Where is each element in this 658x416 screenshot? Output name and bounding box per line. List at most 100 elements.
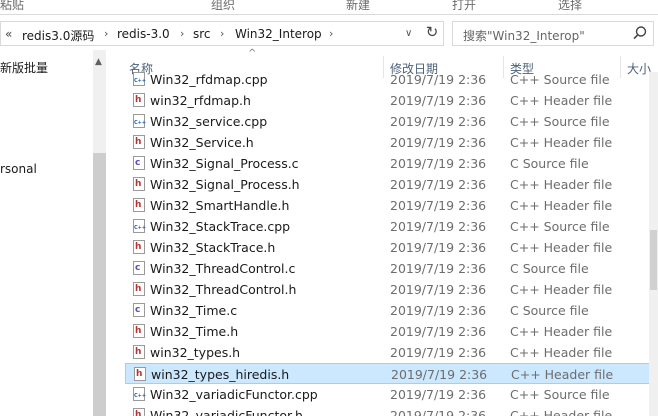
file-row[interactable]: h Win32_Service.h 2019/7/19 2:36 C++ Header…	[125, 132, 650, 153]
cpp-file-icon: C++	[133, 219, 146, 233]
c-file-icon-glyph: c	[135, 263, 141, 273]
file-type: C++ Header file	[510, 177, 613, 192]
file-list-scrollbar-thumb[interactable]	[650, 230, 657, 290]
c-file-icon-glyph: c	[135, 158, 141, 168]
c-file-icon: c	[133, 261, 145, 275]
file-list: C++ Win32_rfdmap.cpp 2019/7/19 2:36 C++ Sou…	[125, 72, 658, 416]
header-file-icon-glyph: h	[135, 95, 142, 105]
nav-item-batch[interactable]: 新版批量	[0, 59, 48, 76]
file-row[interactable]: c Win32_ThreadControl.c 2019/7/19 2:36 C So…	[125, 258, 650, 279]
header-file-icon-glyph: h	[135, 326, 142, 336]
breadcrumb-redis-3[interactable]: redis-3.0	[117, 27, 170, 41]
nav-item-personal[interactable]: rsonal	[0, 162, 37, 176]
header-file-icon: h	[133, 177, 145, 191]
file-type: C++ Header file	[510, 282, 613, 297]
header-file-icon-glyph: h	[135, 137, 142, 147]
file-row[interactable]: h Win32_StackTrace.h 2019/7/19 2:36 C++ Hea…	[125, 237, 650, 258]
cpp-file-icon-glyph: C++	[134, 78, 147, 84]
file-row[interactable]: h win32_rfdmap.h 2019/7/19 2:36 C++ Header …	[125, 90, 650, 111]
file-date-modified: 2019/7/19 2:36	[390, 282, 487, 297]
file-name[interactable]: Win32_rfdmap.cpp	[150, 72, 268, 87]
breadcrumb-separator[interactable]: ›	[329, 27, 333, 40]
search-icon[interactable]	[631, 24, 649, 42]
ribbon-organize[interactable]: 组织	[211, 0, 235, 13]
file-name[interactable]: Win32_ThreadControl.h	[150, 282, 296, 297]
header-file-icon: h	[133, 345, 145, 359]
header-file-icon-glyph: h	[135, 242, 142, 252]
file-row[interactable]: h win32_types.h 2019/7/19 2:36 C++ Header f…	[125, 342, 650, 363]
file-date-modified: 2019/7/19 2:36	[390, 72, 487, 87]
file-name[interactable]: Win32_ThreadControl.c	[150, 261, 295, 276]
file-row[interactable]: h win32_types_hiredis.h 2019/7/19 2:36 C++ …	[125, 363, 650, 384]
file-date-modified: 2019/7/19 2:36	[390, 240, 487, 255]
file-type: C Source file	[510, 303, 589, 318]
file-row[interactable]: c Win32_Signal_Process.c 2019/7/19 2:36 C S…	[125, 153, 650, 174]
file-date-modified: 2019/7/19 2:36	[390, 93, 487, 108]
file-name[interactable]: win32_types_hiredis.h	[151, 367, 289, 382]
file-name[interactable]: win32_rfdmap.h	[150, 93, 251, 108]
file-name[interactable]: Win32_StackTrace.cpp	[150, 219, 290, 234]
header-file-icon: h	[133, 240, 145, 254]
file-type: C++ Header file	[510, 240, 613, 255]
file-row[interactable]: c Win32_Time.c 2019/7/19 2:36 C Source file	[125, 300, 650, 321]
file-row[interactable]: C++ Win32_StackTrace.cpp 2019/7/19 2:36 C++…	[125, 216, 650, 237]
search-placeholder[interactable]: 搜索"Win32_Interop"	[463, 27, 585, 44]
breadcrumb-separator[interactable]: ›	[104, 27, 108, 40]
file-date-modified: 2019/7/19 2:36	[390, 324, 487, 339]
file-name[interactable]: Win32_Time.c	[150, 303, 237, 318]
address-bar[interactable]: « redis3.0源码 › redis-3.0 › src › Win32_I…	[0, 21, 444, 46]
breadcrumb-src[interactable]: src	[193, 27, 211, 41]
header-file-icon-glyph: h	[135, 200, 142, 210]
header-file-icon: h	[133, 408, 145, 416]
ribbon: 粘贴 组织 新建 打开 选择	[0, 0, 658, 15]
file-date-modified: 2019/7/19 2:36	[390, 219, 487, 234]
header-file-icon-glyph: h	[135, 179, 142, 189]
ribbon-open[interactable]: 打开	[452, 0, 476, 13]
file-name[interactable]: Win32_SmartHandle.h	[150, 198, 289, 213]
refresh-icon[interactable]: ↻	[421, 21, 443, 43]
breadcrumb-separator[interactable]: ›	[180, 27, 184, 40]
nav-scroll-up-icon[interactable]: ▲	[95, 57, 102, 67]
c-file-icon: c	[133, 303, 145, 317]
file-name[interactable]: Win32_Time.h	[150, 324, 238, 339]
search-box[interactable]: 搜索"Win32_Interop"	[452, 21, 654, 46]
ribbon-paste[interactable]: 粘贴	[0, 0, 24, 13]
file-date-modified: 2019/7/19 2:36	[390, 198, 487, 213]
header-file-icon: h	[133, 324, 145, 338]
header-file-icon-glyph: h	[135, 284, 142, 294]
breadcrumb-win32-interop[interactable]: Win32_Interop	[235, 27, 322, 41]
file-row[interactable]: h Win32_Signal_Process.h 2019/7/19 2:36 C++…	[125, 174, 650, 195]
file-name[interactable]: win32_types.h	[150, 345, 240, 360]
overflow-chevron[interactable]: «	[5, 27, 12, 41]
breadcrumb-separator[interactable]: ›	[220, 27, 224, 40]
address-dropdown-icon[interactable]: ∨	[405, 28, 412, 39]
file-row[interactable]: C++ Win32_service.cpp 2019/7/19 2:36 C++ So…	[125, 111, 650, 132]
file-name[interactable]: Win32_Signal_Process.c	[150, 156, 299, 171]
file-row[interactable]: h Win32_Time.h 2019/7/19 2:36 C++ Header fi…	[125, 321, 650, 342]
file-row[interactable]: h Win32_SmartHandle.h 2019/7/19 2:36 C++ He…	[125, 195, 650, 216]
file-date-modified: 2019/7/19 2:36	[390, 303, 487, 318]
address-row: « redis3.0源码 › redis-3.0 › src › Win32_I…	[0, 18, 658, 50]
file-name[interactable]: Win32_variadicFunctor.h	[150, 408, 303, 416]
header-file-icon: h	[133, 282, 145, 296]
breadcrumb-redis-source[interactable]: redis3.0源码	[22, 27, 94, 44]
header-file-icon: h	[133, 93, 145, 107]
file-date-modified: 2019/7/19 2:36	[390, 408, 487, 416]
file-row[interactable]: C++ Win32_rfdmap.cpp 2019/7/19 2:36 C++ Sou…	[125, 72, 650, 90]
file-date-modified: 2019/7/19 2:36	[390, 261, 487, 276]
file-name[interactable]: Win32_service.cpp	[150, 114, 267, 129]
ribbon-new[interactable]: 新建	[346, 0, 370, 13]
file-row[interactable]: h Win32_ThreadControl.h 2019/7/19 2:36 C++ …	[125, 279, 650, 300]
file-name[interactable]: Win32_variadicFunctor.cpp	[150, 387, 318, 402]
cpp-file-icon: C++	[133, 387, 146, 401]
file-name[interactable]: Win32_Signal_Process.h	[150, 177, 300, 192]
nav-scrollbar-thumb[interactable]	[93, 153, 106, 416]
file-type: C++ Header file	[510, 198, 613, 213]
file-row[interactable]: h Win32_variadicFunctor.h 2019/7/19 2:36 C+…	[125, 405, 650, 416]
header-file-icon: h	[133, 198, 145, 212]
ribbon-select[interactable]: 选择	[558, 0, 582, 13]
file-name[interactable]: Win32_Service.h	[150, 135, 254, 150]
file-name[interactable]: Win32_StackTrace.h	[150, 240, 275, 255]
file-row[interactable]: C++ Win32_variadicFunctor.cpp 2019/7/19 2:…	[125, 384, 650, 405]
header-file-icon-glyph: h	[136, 369, 143, 379]
